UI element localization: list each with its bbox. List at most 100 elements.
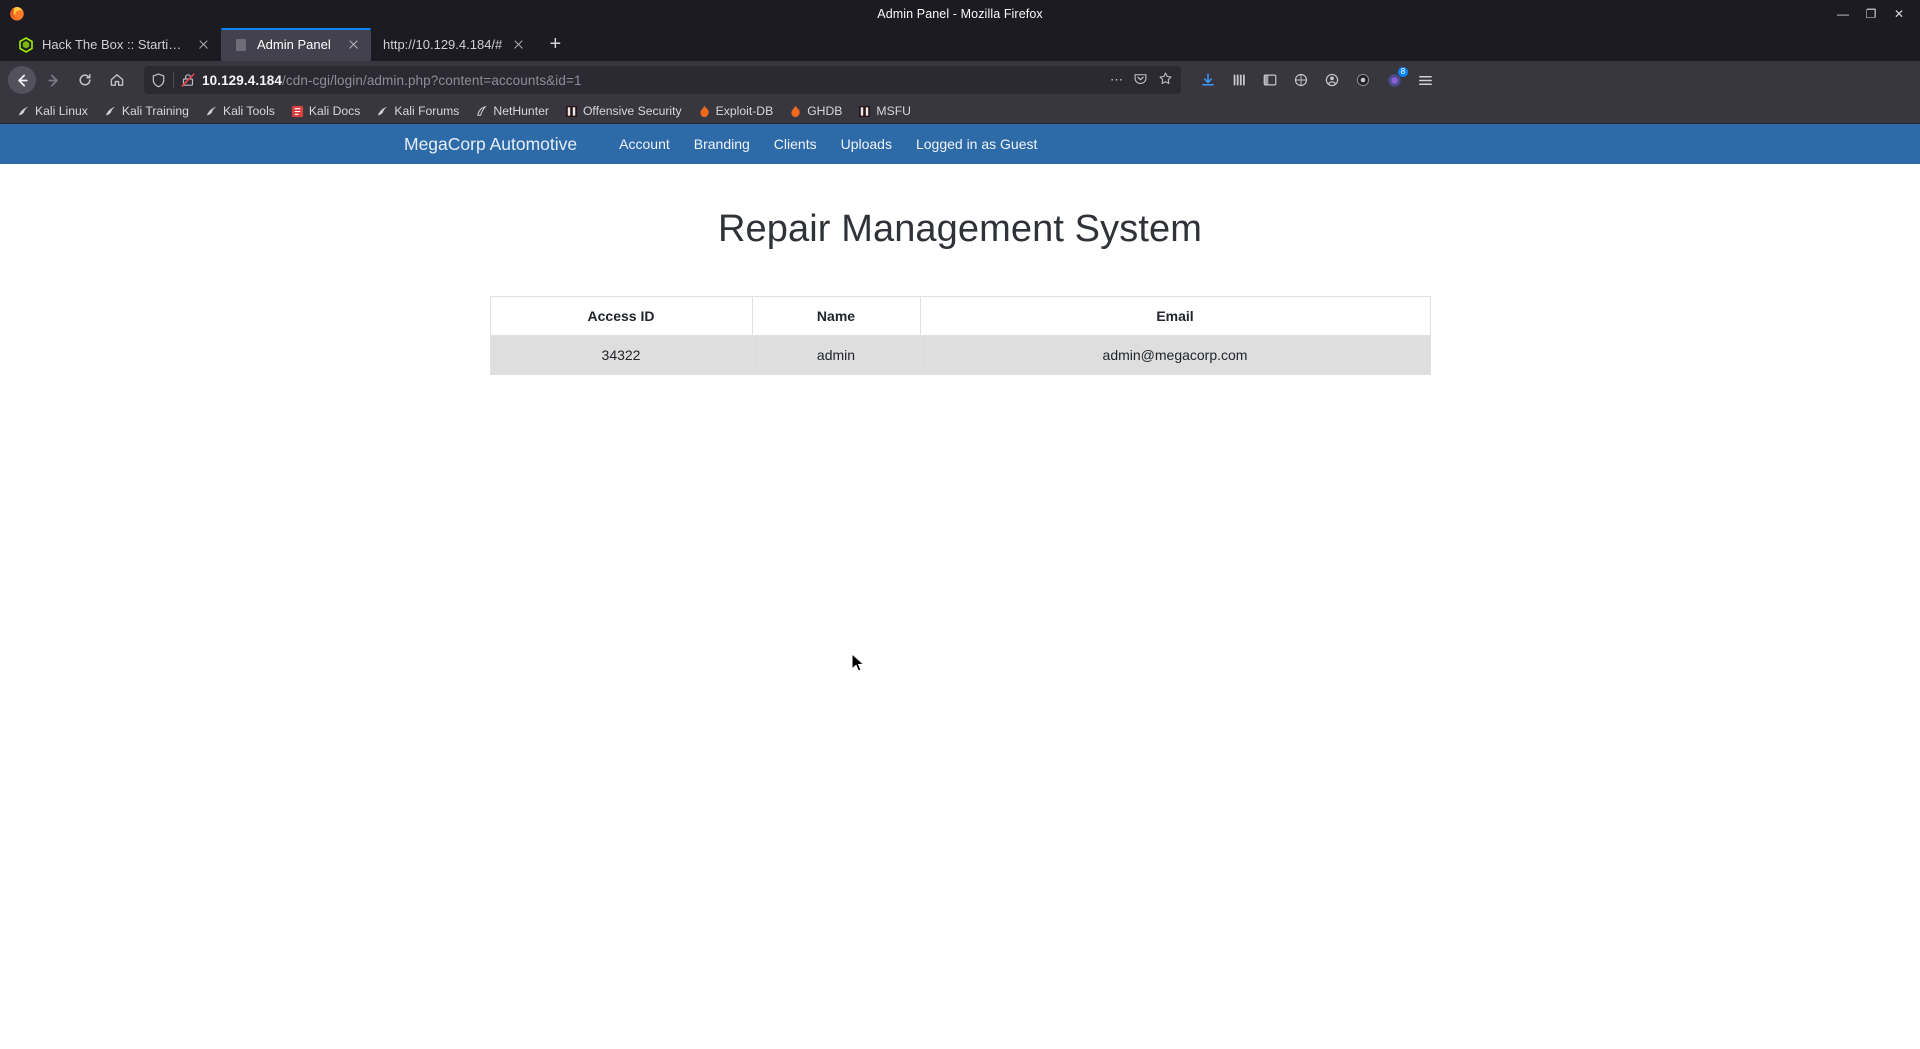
bookmark-label: MSFU <box>876 104 911 118</box>
bookmarks-toolbar: Kali Linux Kali Training Kali Tools Kali… <box>0 99 1920 124</box>
page-actions-ellipsis-icon[interactable]: ⋯ <box>1110 72 1123 88</box>
mouse-pointer-icon <box>851 653 865 672</box>
ghdb-flame-icon <box>791 105 800 117</box>
column-header-email: Email <box>919 296 1431 336</box>
bookmark-ghdb[interactable]: GHDB <box>782 102 849 120</box>
table-body: 34322 admin admin@megacorp.com <box>489 335 1431 375</box>
offensive-security-icon <box>565 105 578 117</box>
pocket-icon[interactable] <box>1133 71 1148 89</box>
bookmark-label: Exploit-DB <box>715 104 774 118</box>
bookmark-label: Kali Forums <box>394 104 460 118</box>
cell-email: admin@megacorp.com <box>919 335 1431 375</box>
container-circle-icon[interactable] <box>1288 67 1314 93</box>
library-icon[interactable] <box>1226 67 1252 93</box>
htb-hexagon-icon <box>19 36 33 53</box>
site-navbar: MegaCorp Automotive Account Branding Cli… <box>0 124 1920 164</box>
close-icon[interactable] <box>195 37 211 53</box>
tab-label: http://10.129.4.184/# <box>383 37 503 52</box>
nethunter-icon <box>477 105 488 116</box>
exploit-db-flame-icon <box>700 105 709 117</box>
nav-link-clients[interactable]: Clients <box>762 136 829 152</box>
browser-tab-0[interactable]: Hack The Box :: Starting P <box>6 28 221 61</box>
cell-name: admin <box>751 335 921 375</box>
close-window-button[interactable]: ✕ <box>1892 8 1906 20</box>
bookmark-kali-docs[interactable]: Kali Docs <box>284 102 367 120</box>
window-titlebar: Admin Panel - Mozilla Firefox — ❐ ✕ <box>0 0 1920 27</box>
reload-icon[interactable] <box>70 65 100 95</box>
bookmark-kali-training[interactable]: Kali Training <box>97 102 196 120</box>
back-arrow-icon[interactable] <box>8 66 36 94</box>
bookmark-label: Kali Tools <box>222 104 275 118</box>
msfu-icon <box>859 105 871 117</box>
url-actions: ⋯ <box>1110 71 1175 89</box>
url-bar[interactable]: 10.129.4.184/cdn-cgi/login/admin.php?con… <box>144 66 1181 94</box>
firefox-window: Admin Panel - Mozilla Firefox — ❐ ✕ Hack… <box>0 0 1920 1049</box>
nav-link-uploads[interactable]: Uploads <box>829 136 904 152</box>
close-icon[interactable] <box>345 37 361 53</box>
kali-docs-red-icon <box>291 105 303 117</box>
toolbar-right-icons: 8 <box>1189 67 1438 93</box>
kali-dragon-icon <box>378 106 388 115</box>
bookmark-label: Kali Docs <box>308 104 361 118</box>
bookmark-kali-forums[interactable]: Kali Forums <box>369 102 466 120</box>
accounts-table: Access ID Name Email 34322 admin admin@m… <box>489 296 1431 375</box>
tracking-protection-shield-icon[interactable] <box>150 72 167 89</box>
bookmark-exploit-db[interactable]: Exploit-DB <box>691 102 781 120</box>
bookmark-offensive-security[interactable]: Offensive Security <box>558 102 689 120</box>
close-icon[interactable] <box>510 37 526 53</box>
insecure-connection-crossed-lock-icon[interactable] <box>180 72 196 88</box>
nav-link-account[interactable]: Account <box>607 136 682 152</box>
url-host: 10.129.4.184 <box>202 72 283 88</box>
bookmark-label: Kali Training <box>121 104 189 118</box>
bookmark-nethunter[interactable]: NetHunter <box>468 102 556 120</box>
url-divider <box>173 72 174 88</box>
site-brand[interactable]: MegaCorp Automotive <box>404 134 577 155</box>
home-icon[interactable] <box>102 65 132 95</box>
minimize-button[interactable]: — <box>1836 8 1850 20</box>
account-circle-icon[interactable] <box>1319 67 1345 93</box>
bookmark-label: Offensive Security <box>582 104 682 118</box>
cell-access-id: 34322 <box>489 335 753 375</box>
bookmark-label: GHDB <box>807 104 843 118</box>
column-header-access-id: Access ID <box>489 296 753 336</box>
maximize-button[interactable]: ❐ <box>1864 8 1878 20</box>
bookmark-star-icon[interactable] <box>1158 71 1173 89</box>
bookmark-label: Kali Linux <box>35 104 88 118</box>
site-nav-links: Account Branding Clients Uploads Logged … <box>607 136 1049 152</box>
sync-cloud-icon[interactable]: 8 <box>1381 67 1408 93</box>
generic-page-icon <box>236 38 246 51</box>
table-header-row: Access ID Name Email <box>489 296 1431 336</box>
sync-badge: 8 <box>1398 67 1408 77</box>
bookmark-kali-linux[interactable]: Kali Linux <box>10 102 95 120</box>
extension-puzzle-icon[interactable] <box>1350 67 1376 93</box>
browser-tab-1[interactable]: Admin Panel <box>221 28 371 61</box>
bookmark-msfu[interactable]: MSFU <box>851 102 918 120</box>
firefox-logo-icon <box>10 7 24 21</box>
kali-dragon-icon <box>105 106 116 115</box>
url-text: 10.129.4.184/cdn-cgi/login/admin.php?con… <box>202 73 1104 88</box>
nav-link-branding[interactable]: Branding <box>682 136 762 152</box>
url-path: /cdn-cgi/login/admin.php?content=account… <box>282 72 582 88</box>
table-row: 34322 admin admin@megacorp.com <box>489 335 1431 375</box>
new-tab-button[interactable]: + <box>540 29 570 59</box>
page-title: Repair Management System <box>718 208 1202 250</box>
downloads-arrow-icon[interactable] <box>1195 67 1221 93</box>
accounts-table-wrapper: Access ID Name Email 34322 admin admin@m… <box>489 296 1431 375</box>
kali-dragon-icon <box>206 106 217 115</box>
tab-label: Hack The Box :: Starting P <box>42 37 187 52</box>
bookmark-label: NetHunter <box>493 104 549 118</box>
nav-link-logged-in-status[interactable]: Logged in as Guest <box>904 136 1049 152</box>
kali-dragon-icon <box>18 106 29 115</box>
table-head: Access ID Name Email <box>489 296 1431 336</box>
tab-strip: Hack The Box :: Starting P Admin Panel h… <box>0 27 1920 61</box>
navigation-toolbar: 10.129.4.184/cdn-cgi/login/admin.php?con… <box>0 61 1920 99</box>
browser-tab-2[interactable]: http://10.129.4.184/# <box>371 28 536 61</box>
page-viewport: MegaCorp Automotive Account Branding Cli… <box>0 124 1920 1049</box>
forward-arrow-icon[interactable] <box>38 65 68 95</box>
window-controls: — ❐ ✕ <box>1836 0 1914 27</box>
window-title: Admin Panel - Mozilla Firefox <box>877 6 1043 21</box>
tab-label: Admin Panel <box>257 37 331 52</box>
bookmark-kali-tools[interactable]: Kali Tools <box>198 102 282 120</box>
sidebar-icon[interactable] <box>1257 67 1283 93</box>
hamburger-menu-icon[interactable] <box>1412 67 1438 93</box>
